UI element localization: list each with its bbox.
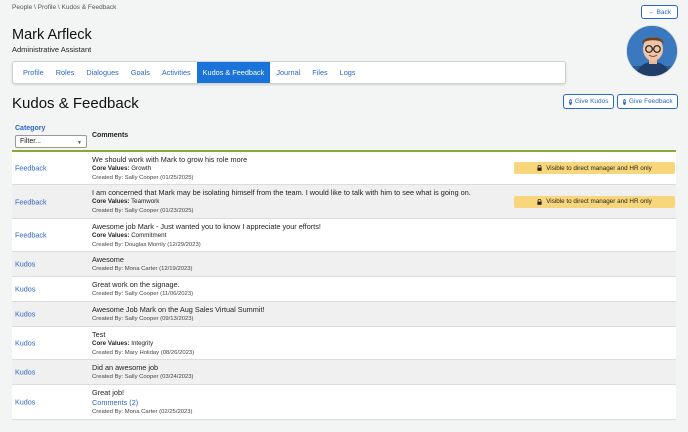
visibility-text: Visible to direct manager and HR only	[546, 164, 652, 172]
created-by: Created By: Mona Carter (02/25/2023)	[92, 409, 193, 415]
table-row: Kudos Awesome Created By: Mona Carter (12/…	[12, 252, 676, 277]
comments-link[interactable]: Comments (2)	[92, 398, 193, 408]
plus-circle-icon: +	[569, 98, 572, 105]
table-row: Kudos Test Core Values: Integrity Created B…	[12, 327, 676, 360]
comment-cell: Test Core Values: Integrity Created By: Ma…	[92, 330, 194, 357]
tab-logs[interactable]: Logs	[334, 62, 362, 83]
core-values-label: Core Values:	[92, 232, 130, 239]
back-button-label: Back	[656, 8, 671, 16]
comment-cell: Great job! Comments (2) Created By: Mona C…	[92, 388, 193, 417]
comment-text: Test	[92, 330, 106, 339]
category-link[interactable]: Feedback	[15, 164, 47, 173]
give-feedback-button[interactable]: + Give Feedback	[617, 94, 678, 109]
table-row: Kudos Great work on the signage. Created B…	[12, 277, 676, 302]
arrow-left-icon: ←	[648, 8, 655, 16]
person-name: Mark Arfleck	[12, 27, 92, 43]
core-values-label: Core Values:	[92, 165, 130, 172]
kudos-feedback-list: Feedback We should work with Mark to grow…	[12, 152, 676, 420]
category-link[interactable]: Kudos	[15, 398, 35, 407]
avatar	[626, 25, 678, 77]
comment-cell: Awesome Job Mark on the Aug Sales Virtua…	[92, 305, 265, 324]
created-by: Created By: Sally Cooper (03/24/2023)	[92, 374, 194, 380]
table-row: Feedback Awesome job Mark - Just wanted y…	[12, 219, 676, 252]
core-values: Core Values: Teamwork	[92, 198, 471, 207]
tab-goals[interactable]: Goals	[125, 62, 156, 83]
visibility-text: Visible to direct manager and HR only	[546, 198, 652, 205]
category-link[interactable]: Feedback	[15, 231, 47, 240]
tab-activities[interactable]: Activities	[156, 62, 197, 83]
category-link[interactable]: Kudos	[15, 339, 35, 348]
comment-cell: Awesome job Mark - Just wanted you to kn…	[92, 222, 321, 249]
page-title: Kudos & Feedback	[12, 95, 139, 112]
table-header: Category Filter... ▼ Comments	[12, 120, 676, 152]
tab-dialogues[interactable]: Dialogues	[80, 62, 124, 83]
comment-text: Great job!	[92, 388, 125, 397]
visibility-badge: Visible to direct manager and HR only	[514, 162, 675, 174]
created-by: Created By: Sally Cooper (09/13/2023)	[92, 316, 194, 322]
lock-icon	[537, 165, 542, 171]
category-link[interactable]: Kudos	[15, 285, 35, 294]
tab-profile[interactable]: Profile	[17, 62, 50, 83]
chevron-down-icon: ▼	[77, 140, 82, 146]
tab-files[interactable]: Files	[306, 62, 333, 83]
comment-text: I am concerned that Mark may be isolatin…	[92, 188, 471, 197]
tab-kudos-feedback[interactable]: Kudos & Feedback	[196, 62, 271, 83]
table-row: Kudos Great job! Comments (2) Created By: M…	[12, 385, 676, 420]
category-column-header[interactable]: Category	[15, 125, 45, 132]
comment-cell: Did an awesome job Created By: Sally Coop…	[92, 363, 194, 382]
give-kudos-label: Give Kudos	[574, 98, 609, 105]
category-filter-select[interactable]: Filter... ▼	[15, 135, 87, 148]
category-link[interactable]: Feedback	[15, 197, 47, 206]
comments-column-header: Comments	[92, 132, 129, 139]
person-title: Administrative Assistant	[12, 45, 92, 54]
created-by: Created By: Douglas Morrily (12/29/2023)	[92, 241, 201, 248]
created-by: Created By: Sally Cooper (11/06/2023)	[92, 291, 194, 297]
core-values-value: Commitment	[131, 232, 167, 239]
core-values-value: Integrity	[131, 340, 154, 347]
visibility-badge: Visible to direct manager and HR only	[514, 195, 675, 208]
category-link[interactable]: Kudos	[15, 368, 35, 377]
core-values: Core Values: Integrity	[92, 340, 194, 349]
comment-text: Great work on the signage.	[92, 280, 180, 289]
core-values-value: Teamwork	[131, 198, 160, 205]
breadcrumb: People \ Profile \ Kudos & Feedback	[12, 4, 117, 11]
created-by: Created By: Mona Carter (12/19/2023)	[92, 266, 193, 272]
filter-select-value: Filter...	[20, 138, 42, 145]
core-values: Core Values: Commitment	[92, 232, 321, 241]
comment-text: Did an awesome job	[92, 363, 159, 372]
give-feedback-label: Give Feedback	[628, 98, 673, 105]
give-kudos-button[interactable]: + Give Kudos	[563, 94, 614, 109]
table-row: Kudos Did an awesome job Created By: Sally…	[12, 360, 676, 385]
category-link[interactable]: Kudos	[15, 310, 35, 319]
comment-text: We should work with Mark to grow his rol…	[92, 155, 248, 164]
core-values-label: Core Values:	[92, 340, 130, 347]
tab-roles[interactable]: Roles	[50, 62, 81, 83]
comment-cell: We should work with Mark to grow his rol…	[92, 155, 247, 182]
table-row: Kudos Awesome Job Mark on the Aug Sales V…	[12, 302, 676, 327]
created-by: Created By: Sally Cooper (01/23/2025)	[92, 207, 194, 214]
tab-journal[interactable]: Journal	[270, 62, 306, 83]
core-values: Core Values: Growth	[92, 165, 247, 174]
lock-icon	[537, 198, 542, 205]
created-by: Created By: Sally Cooper (01/25/2025)	[92, 174, 194, 181]
plus-circle-icon: +	[623, 98, 626, 105]
core-values-label: Core Values:	[92, 198, 130, 205]
comment-cell: Great work on the signage. Created By: Sa…	[92, 280, 193, 299]
profile-tabs: Profile Roles Dialogues Goals Activities Kudo…	[12, 61, 566, 84]
category-link[interactable]: Kudos	[15, 260, 35, 269]
comment-text: Awesome job Mark - Just wanted you to kn…	[92, 222, 321, 231]
comment-cell: I am concerned that Mark may be isolatin…	[92, 188, 471, 215]
comment-text: Awesome	[92, 255, 124, 264]
table-row: Feedback I am concerned that Mark may be …	[12, 185, 676, 219]
core-values-value: Growth	[131, 165, 152, 172]
created-by: Created By: Mary Holiday (08/26/2023)	[92, 349, 195, 356]
back-button[interactable]: ← Back	[641, 5, 678, 19]
comment-text: Awesome Job Mark on the Aug Sales Virtua…	[92, 305, 265, 314]
comment-cell: Awesome Created By: Mona Carter (12/19/20…	[92, 255, 193, 274]
table-row: Feedback We should work with Mark to grow…	[12, 152, 676, 185]
